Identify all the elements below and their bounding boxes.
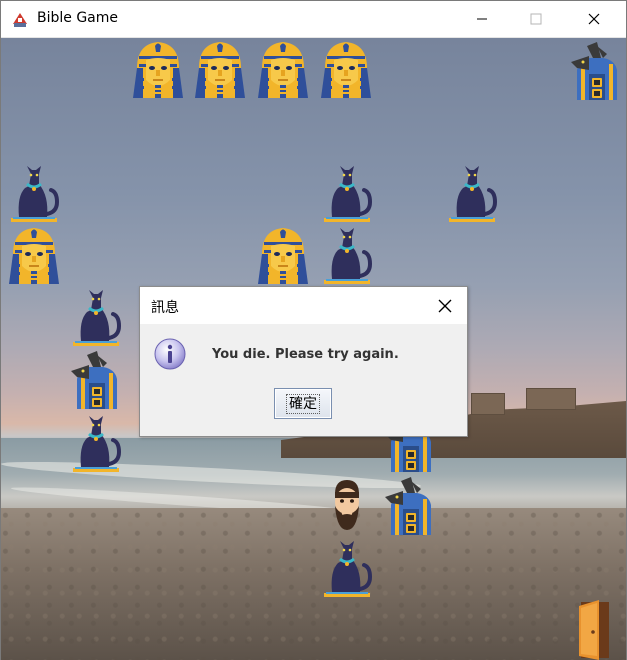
maximize-icon [530, 13, 542, 25]
door-icon [577, 598, 611, 660]
ok-button-label: 確定 [286, 393, 320, 414]
anubis-guard-icon [567, 40, 625, 102]
egyptian-cat-icon [67, 412, 125, 474]
egyptian-cat-icon [67, 286, 125, 348]
pharaoh-mask-icon [254, 224, 312, 286]
pharaoh-mask-icon [191, 38, 249, 100]
pharaoh-mask-icon [5, 224, 63, 286]
anubis-guard-icon [381, 475, 439, 537]
info-icon [154, 338, 186, 370]
bearded-man-icon [327, 476, 367, 532]
close-icon [588, 13, 600, 25]
message-dialog: 訊息 You die. Please try again. 確定 [139, 286, 468, 437]
java-app-icon [11, 10, 29, 28]
app-window: Bible Game 訊息 You die. Please try again.… [0, 0, 627, 660]
title-bar: Bible Game [1, 1, 626, 38]
anubis-guard-icon [67, 349, 125, 411]
building-background [526, 388, 576, 410]
dialog-title-bar: 訊息 [140, 287, 467, 324]
dialog-message: You die. Please try again. [212, 347, 399, 362]
pharaoh-mask-icon [129, 38, 187, 100]
egyptian-cat-icon [443, 162, 501, 224]
pharaoh-mask-icon [254, 38, 312, 100]
building-background [471, 393, 505, 415]
minimize-icon [477, 18, 487, 20]
egyptian-cat-icon [318, 224, 376, 286]
close-button[interactable] [571, 1, 617, 37]
close-icon[interactable] [436, 297, 454, 315]
sand-background [1, 508, 626, 660]
maximize-button[interactable] [513, 1, 559, 37]
egyptian-cat-icon [318, 162, 376, 224]
window-title: Bible Game [37, 10, 119, 26]
ok-button[interactable]: 確定 [274, 388, 332, 419]
pharaoh-mask-icon [317, 38, 375, 100]
dialog-title: 訊息 [151, 300, 179, 316]
egyptian-cat-icon [5, 162, 63, 224]
egyptian-cat-icon [318, 537, 376, 599]
minimize-button[interactable] [459, 1, 505, 37]
